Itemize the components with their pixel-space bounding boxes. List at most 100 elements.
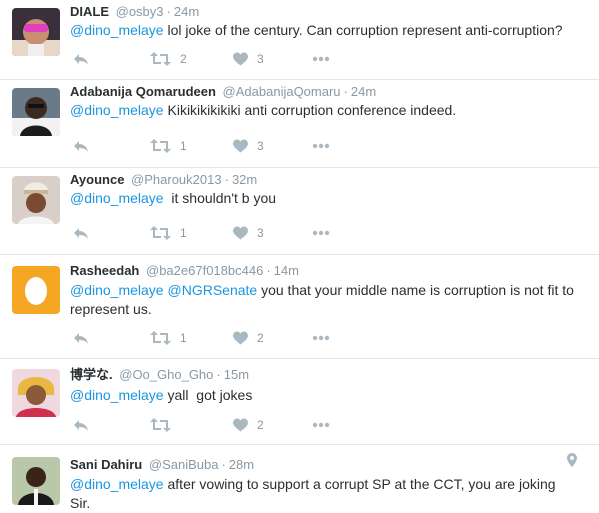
like-icon: [233, 139, 248, 153]
retweet-icon: [150, 139, 171, 153]
like-button[interactable]: 3: [233, 51, 264, 67]
separator-dot: ·: [216, 367, 221, 382]
user-name[interactable]: 博学な.: [70, 367, 113, 382]
tweet-item[interactable]: Adabanija Qomarudeen @AdabanijaQomaru · 24…: [0, 80, 599, 168]
user-handle[interactable]: @Oo_Gho_Gho: [119, 367, 213, 382]
user-name[interactable]: Adabanija Qomarudeen: [70, 84, 216, 99]
reply-button[interactable]: [73, 417, 89, 433]
reply-button[interactable]: [73, 138, 89, 154]
avatar[interactable]: [12, 8, 60, 56]
reply-icon: [74, 419, 88, 431]
user-name[interactable]: Rasheedah: [70, 263, 139, 278]
mention-link[interactable]: @dino_melaye: [70, 102, 164, 118]
tweet-item[interactable]: Ayounce @Pharouk2013 · 32m @dino_melaye it…: [0, 168, 599, 255]
timestamp[interactable]: 24m: [351, 84, 376, 99]
like-count: 3: [257, 226, 264, 240]
tweet-text: @dino_melaye it shouldn't b you: [70, 189, 580, 208]
user-handle[interactable]: @ba2e67f018bc446: [146, 263, 263, 278]
tweet-item[interactable]: 博学な. @Oo_Gho_Gho · 15m @dino_melaye yall g…: [0, 359, 599, 445]
timestamp[interactable]: 15m: [224, 367, 249, 382]
retweet-button[interactable]: 2: [150, 51, 187, 67]
retweet-count: 1: [180, 226, 187, 240]
like-count: 3: [257, 139, 264, 153]
reply-icon: [74, 332, 88, 344]
user-name[interactable]: DIALE: [70, 4, 109, 19]
timestamp[interactable]: 32m: [232, 172, 257, 187]
retweet-icon: [150, 226, 171, 240]
retweet-icon: [150, 52, 171, 66]
like-icon: [233, 52, 248, 66]
retweet-button[interactable]: 1: [150, 138, 187, 154]
separator-dot: ·: [343, 84, 348, 99]
retweet-button[interactable]: 1: [150, 330, 187, 346]
tweet-body: yall got jokes: [163, 387, 253, 403]
like-icon: [233, 226, 248, 240]
separator-dot: ·: [266, 263, 271, 278]
reply-button[interactable]: [73, 51, 89, 67]
avatar[interactable]: [12, 176, 60, 224]
more-options-button[interactable]: [312, 51, 330, 72]
like-button[interactable]: 3: [233, 138, 264, 154]
user-handle[interactable]: @osby3: [116, 4, 164, 19]
timestamp[interactable]: 28m: [229, 457, 254, 472]
tweet-item[interactable]: Sani Dahiru @SaniBuba · 28m @dino_melaye a…: [0, 445, 599, 513]
tweet-text: @dino_melaye after vowing to support a c…: [70, 475, 575, 513]
more-icon: [312, 422, 330, 428]
separator-dot: ·: [224, 172, 229, 187]
mention-link[interactable]: @dino_melaye: [70, 190, 164, 206]
separator-dot: ·: [166, 4, 171, 19]
user-name[interactable]: Ayounce: [70, 172, 124, 187]
timestamp[interactable]: 14m: [274, 263, 299, 278]
avatar[interactable]: [12, 457, 60, 505]
location-button[interactable]: [567, 453, 577, 472]
separator-dot: ·: [221, 457, 226, 472]
retweet-count: 1: [180, 139, 187, 153]
tweet-item[interactable]: DIALE @osby3 · 24m @dino_melaye lol joke o…: [0, 0, 599, 80]
mention-link[interactable]: @dino_melaye: [70, 476, 164, 492]
avatar[interactable]: [12, 369, 60, 417]
like-icon: [233, 331, 248, 345]
reply-icon: [74, 140, 88, 152]
like-count: 3: [257, 52, 264, 66]
more-options-button[interactable]: [312, 330, 330, 351]
like-button[interactable]: 2: [233, 330, 264, 346]
like-button[interactable]: 3: [233, 225, 264, 241]
retweet-icon: [150, 331, 171, 345]
mention-link[interactable]: @dino_melaye: [70, 387, 164, 403]
avatar[interactable]: [12, 88, 60, 136]
retweet-button[interactable]: [150, 417, 180, 433]
reply-icon: [74, 227, 88, 239]
tweet-body: it shouldn't b you: [163, 190, 277, 206]
tweet-text: @dino_melaye Kikikikikikiki anti corrupt…: [70, 101, 580, 120]
mention-link[interactable]: @NGRSenate: [164, 282, 257, 298]
reply-button[interactable]: [73, 225, 89, 241]
more-icon: [312, 230, 330, 236]
more-icon: [312, 56, 330, 62]
user-handle[interactable]: @SaniBuba: [149, 457, 219, 472]
tweet-text: @dino_melaye yall got jokes: [70, 386, 580, 405]
location-pin-icon: [567, 453, 577, 467]
retweet-icon: [150, 418, 171, 432]
reply-button[interactable]: [73, 330, 89, 346]
tweet-body: lol joke of the century. Can corruption …: [163, 22, 563, 38]
reply-icon: [74, 53, 88, 65]
mention-link[interactable]: @dino_melaye: [70, 22, 164, 38]
user-handle[interactable]: @Pharouk2013: [131, 172, 222, 187]
like-count: 2: [257, 331, 264, 345]
tweet-item[interactable]: Rasheedah @ba2e67f018bc446 · 14m @dino_mel…: [0, 255, 599, 359]
user-handle[interactable]: @AdabanijaQomaru: [223, 84, 341, 99]
tweet-text: @dino_melaye @NGRSenate you that your mi…: [70, 281, 580, 319]
mention-link[interactable]: @dino_melaye: [70, 282, 164, 298]
more-icon: [312, 143, 330, 149]
user-name[interactable]: Sani Dahiru: [70, 457, 142, 472]
more-options-button[interactable]: [312, 417, 330, 438]
avatar[interactable]: [12, 266, 60, 314]
more-options-button[interactable]: [312, 138, 330, 159]
like-button[interactable]: 2: [233, 417, 264, 433]
more-options-button[interactable]: [312, 225, 330, 246]
timestamp[interactable]: 24m: [174, 4, 199, 19]
retweet-count: 2: [180, 52, 187, 66]
retweet-count: 1: [180, 331, 187, 345]
retweet-button[interactable]: 1: [150, 225, 187, 241]
tweet-body: Kikikikikikiki anti corruption conferenc…: [163, 102, 457, 118]
